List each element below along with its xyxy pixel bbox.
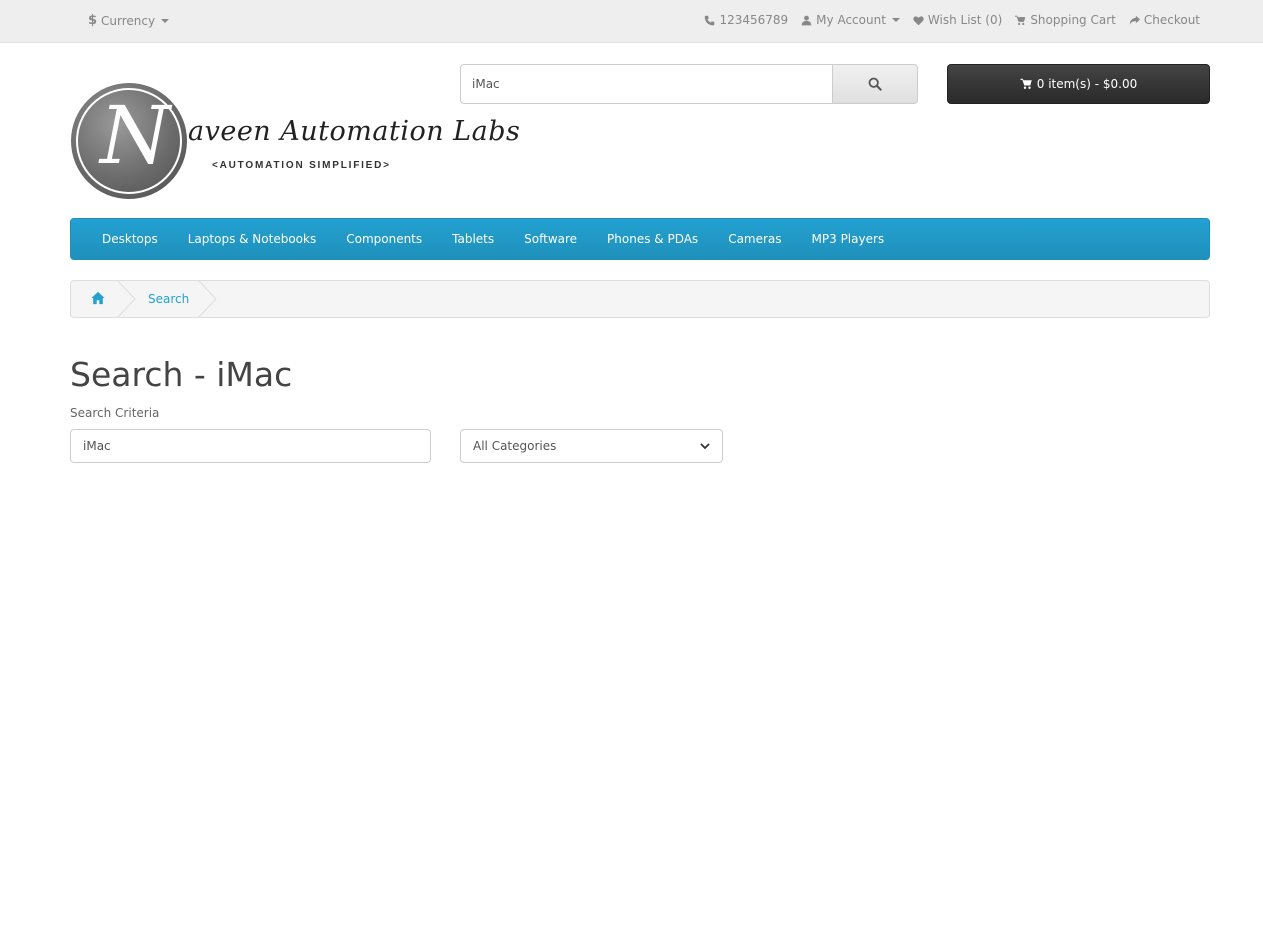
logo-subtitle: <AUTOMATION SIMPLIFIED> [212,160,391,171]
top-bar: $ Currency 123456789 My Account Wish Lis… [0,0,1263,43]
wish-list-label: Wish List (0) [927,13,1003,27]
caret-down-icon [891,18,900,22]
logo-title: aveen Automation Labs [188,116,521,147]
shopping-cart-label: Shopping Cart [1030,13,1116,27]
shopping-cart-link[interactable]: Shopping Cart [1015,13,1116,27]
menu-item-tablets[interactable]: Tablets [437,232,509,246]
breadcrumb-separator [198,280,217,318]
my-account-dropdown[interactable]: My Account [801,13,900,27]
currency-symbol: $ [88,13,98,28]
top-links: 123456789 My Account Wish List (0) Shopp… [704,13,1200,27]
search-criteria-input[interactable] [70,429,431,463]
breadcrumb-separator [117,280,136,318]
menu-item-desktops[interactable]: Desktops [87,232,173,246]
menu-item-laptops-notebooks[interactable]: Laptops & Notebooks [173,232,331,246]
header-search-input[interactable] [460,64,833,104]
menu-item-components[interactable]: Components [331,232,437,246]
menu-item-mp3-players[interactable]: MP3 Players [797,232,900,246]
header-search [460,64,918,104]
category-selected-value: All Categories [473,439,557,453]
search-criteria-label: Search Criteria [70,406,160,420]
menu-item-phones-pdas[interactable]: Phones & PDAs [592,232,713,246]
share-arrow-icon [1129,15,1140,25]
my-account-label: My Account [816,13,886,27]
breadcrumb-search-link[interactable]: Search [148,292,189,306]
phone-link[interactable]: 123456789 [704,13,788,27]
caret-down-icon [161,18,170,23]
phone-number: 123456789 [719,13,789,27]
header-search-button[interactable] [833,64,918,104]
breadcrumb: Search [70,280,1210,318]
checkout-link[interactable]: Checkout [1129,13,1200,27]
menu-item-cameras[interactable]: Cameras [713,232,796,246]
search-icon [868,77,882,91]
site-logo[interactable]: N aveen Automation Labs <AUTOMATION SIMP… [70,82,520,200]
wish-list-link[interactable]: Wish List (0) [913,13,1002,27]
heart-icon [913,15,924,25]
logo-letter: N [100,89,170,182]
cart-total: 0 item(s) - $0.00 [1036,77,1138,91]
user-icon [801,15,812,25]
home-icon[interactable] [91,291,105,305]
category-select[interactable]: All Categories [460,429,723,463]
checkout-label: Checkout [1143,13,1200,27]
cart-icon [1020,78,1032,89]
cart-icon [1015,15,1026,25]
main-menu: Desktops Laptops & Notebooks Components … [70,218,1210,260]
currency-label: Currency [101,13,156,28]
menu-item-software[interactable]: Software [509,232,592,246]
phone-icon [705,15,715,25]
currency-dropdown[interactable]: $ Currency [88,13,170,28]
page-title: Search - iMac [70,355,293,394]
cart-button[interactable]: 0 item(s) - $0.00 [947,64,1210,104]
chevron-down-icon [700,442,710,449]
